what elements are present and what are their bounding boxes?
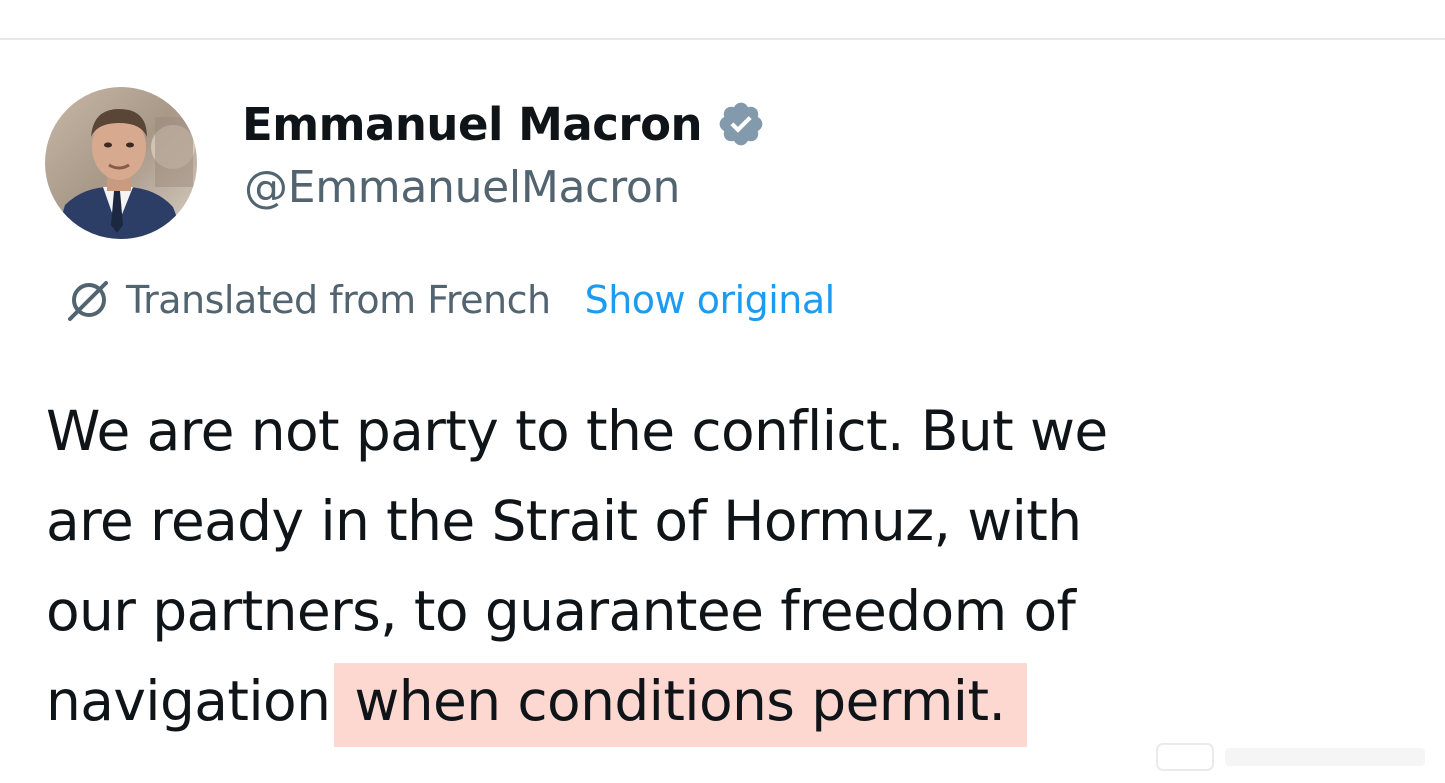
tweet-line: We are not party to the conflict. But we [46, 399, 1108, 463]
show-original-link[interactable]: Show original [585, 278, 836, 322]
translation-notice: Translated from French Show original [60, 270, 835, 330]
top-divider [0, 38, 1445, 40]
tweet-text: We are not party to the conflict. But we… [46, 386, 1386, 747]
highlighted-phrase: when conditions permit. [334, 663, 1028, 747]
user-handle[interactable]: @EmmanuelMacron [244, 162, 680, 213]
tweet-line-start: navigation [46, 669, 331, 733]
display-name-text: Emmanuel Macron [242, 97, 703, 151]
display-name[interactable]: Emmanuel Macron [242, 92, 766, 156]
tweet-line-last: navigation when conditions permit. [46, 656, 1386, 747]
translated-from-label: Translated from French [126, 278, 551, 322]
avatar[interactable] [45, 87, 197, 239]
avatar-image [45, 87, 197, 239]
faded-watermark [1155, 738, 1435, 778]
tweet-line: are ready in the Strait of Hormuz, with [46, 489, 1082, 553]
verified-badge-icon [716, 99, 766, 149]
translate-globe-icon [60, 273, 114, 327]
tweet-line: our partners, to guarantee freedom of [46, 579, 1076, 643]
